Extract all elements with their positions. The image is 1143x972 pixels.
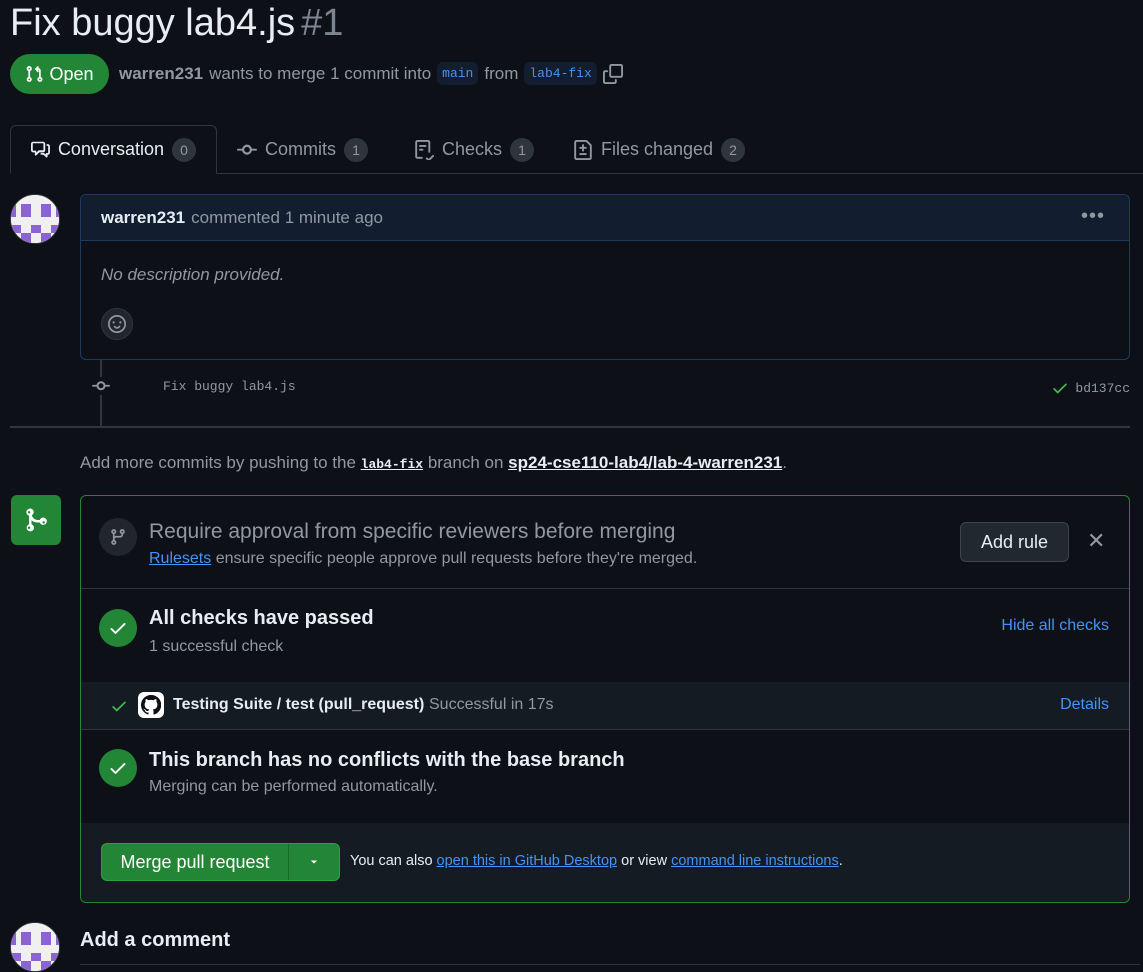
pr-state-label: Open: [49, 63, 94, 84]
pr-meta-text-2: from: [484, 63, 519, 83]
conflicts-title: This branch has no conflicts with the ba…: [149, 749, 625, 771]
check-icon: [112, 701, 126, 712]
merge-text-1: You can also: [350, 853, 433, 869]
tab-files-changed-label: Files changed: [601, 139, 714, 159]
timeline-divider: [10, 426, 1130, 428]
comment-body: No description provided.: [101, 265, 285, 284]
rulesets-link[interactable]: Rulesets: [149, 550, 211, 567]
avatar[interactable]: [10, 194, 60, 244]
checklist-icon: [415, 139, 434, 160]
merge-footer: Merge pull request You can also open thi…: [81, 823, 1129, 902]
check-details-link[interactable]: Details: [1060, 696, 1109, 714]
tab-conversation-label: Conversation: [57, 139, 164, 159]
pr-meta: warren231 wants to merge 1 commit into m…: [119, 62, 623, 85]
rules-title: Require approval from specific reviewers…: [149, 520, 676, 543]
avatar[interactable]: [10, 922, 60, 972]
comment-discussion-icon: [31, 141, 50, 157]
checks-title: All checks have passed: [149, 607, 374, 629]
tab-files-changed[interactable]: Files changed 2: [553, 125, 765, 174]
merge-pull-request-button[interactable]: Merge pull request: [102, 844, 289, 880]
tab-conversation-count: 0: [172, 137, 196, 162]
kebab-horizontal-icon[interactable]: •••: [1081, 205, 1105, 228]
commit-sha-link[interactable]: bd137cc: [1075, 381, 1130, 396]
push-hint: Add more commits by pushing to the lab4-…: [80, 453, 787, 473]
merge-button-group: Merge pull request: [101, 843, 340, 881]
git-pull-request-icon: [27, 65, 43, 82]
tab-commits-label: Commits: [265, 139, 336, 159]
tab-files-changed-count: 2: [721, 137, 746, 162]
hint-repo-link[interactable]: sp24-cse110-lab4/lab-4-warren231: [508, 453, 782, 472]
head-branch-label[interactable]: lab4-fix: [524, 62, 597, 85]
hint-suffix: .: [782, 453, 787, 472]
check-run-row: Testing Suite / test (pull_request) Succ…: [81, 682, 1129, 730]
triangle-down-icon: [310, 860, 318, 864]
comment-author[interactable]: warren231: [101, 208, 185, 228]
checks-section: All checks have passed 1 successful chec…: [81, 589, 1129, 682]
file-diff-icon: [574, 139, 592, 160]
merge-status-icon: [11, 495, 61, 545]
github-desktop-link[interactable]: open this in GitHub Desktop: [437, 853, 618, 869]
git-commit-icon: [237, 144, 257, 155]
conflicts-subtitle: Merging can be performed automatically.: [149, 778, 438, 795]
check-run-status: Successful in 17s: [429, 696, 554, 713]
rules-subtitle-text: ensure specific people approve pull requ…: [215, 550, 698, 567]
copy-icon[interactable]: [602, 63, 623, 84]
smiley-icon: [108, 315, 126, 333]
check-circle-icon: [99, 749, 137, 787]
tab-checks[interactable]: Checks 1: [394, 125, 554, 174]
check-circle-icon: [99, 609, 137, 647]
check-icon[interactable]: [1051, 379, 1069, 397]
git-merge-icon: [26, 508, 47, 532]
merge-alt-text: You can also open this in GitHub Desktop…: [350, 853, 843, 869]
close-icon[interactable]: ✕: [1087, 530, 1105, 552]
merge-box: Require approval from specific reviewers…: [80, 495, 1130, 903]
add-reaction-button[interactable]: [101, 308, 133, 340]
pr-number: #1: [301, 2, 344, 44]
base-branch-label[interactable]: main: [437, 62, 479, 85]
add-rule-button[interactable]: Add rule: [960, 522, 1069, 562]
pr-title-text: Fix buggy lab4.js: [10, 2, 296, 44]
github-actions-icon: [138, 692, 164, 718]
pr-author-link[interactable]: warren231: [119, 64, 203, 84]
comment-action: commented: [191, 207, 280, 227]
comment-time[interactable]: 1 minute ago: [285, 208, 383, 228]
git-commit-icon: [92, 377, 110, 395]
command-line-link[interactable]: command line instructions: [671, 853, 839, 869]
git-branch-icon: [99, 518, 137, 556]
tab-commits[interactable]: Commits 1: [217, 125, 388, 174]
tab-conversation[interactable]: Conversation 0: [10, 125, 217, 174]
commit-message-link[interactable]: Fix buggy lab4.js: [163, 379, 296, 394]
check-run-name: Testing Suite / test (pull_request): [173, 696, 425, 713]
conflicts-section: This branch has no conflicts with the ba…: [81, 731, 1129, 824]
identicon-icon: [11, 923, 59, 971]
comment-box: warren231 commented 1 minute ago ••• No …: [80, 194, 1130, 360]
comment-header: warren231 commented 1 minute ago •••: [81, 195, 1129, 241]
hint-prefix: Add more commits by pushing to the: [80, 453, 356, 472]
merge-text-2: or view: [621, 853, 668, 869]
hide-all-checks-link[interactable]: Hide all checks: [1001, 617, 1109, 635]
tab-commits-count: 1: [344, 137, 368, 162]
hint-branch: lab4-fix: [360, 457, 424, 472]
hint-middle: branch on: [427, 453, 504, 472]
rules-subtitle: Rulesets ensure specific people approve …: [149, 550, 697, 568]
pr-title: Fix buggy lab4.js #1: [10, 2, 343, 45]
merge-text-3: .: [838, 853, 843, 869]
pr-meta-text-1: wants to merge 1 commit into: [209, 63, 432, 83]
commit-sha: bd137cc: [1051, 379, 1130, 397]
identicon-icon: [11, 195, 59, 243]
add-comment-heading: Add a comment: [80, 929, 231, 951]
tab-checks-count: 1: [510, 137, 535, 162]
pr-state-badge: Open: [10, 54, 109, 94]
checks-subtitle: 1 successful check: [149, 638, 284, 655]
comment-editor-top[interactable]: [80, 964, 1140, 972]
rules-section: Require approval from specific reviewers…: [81, 496, 1129, 589]
tab-checks-label: Checks: [442, 139, 503, 159]
merge-options-button[interactable]: [289, 844, 339, 880]
